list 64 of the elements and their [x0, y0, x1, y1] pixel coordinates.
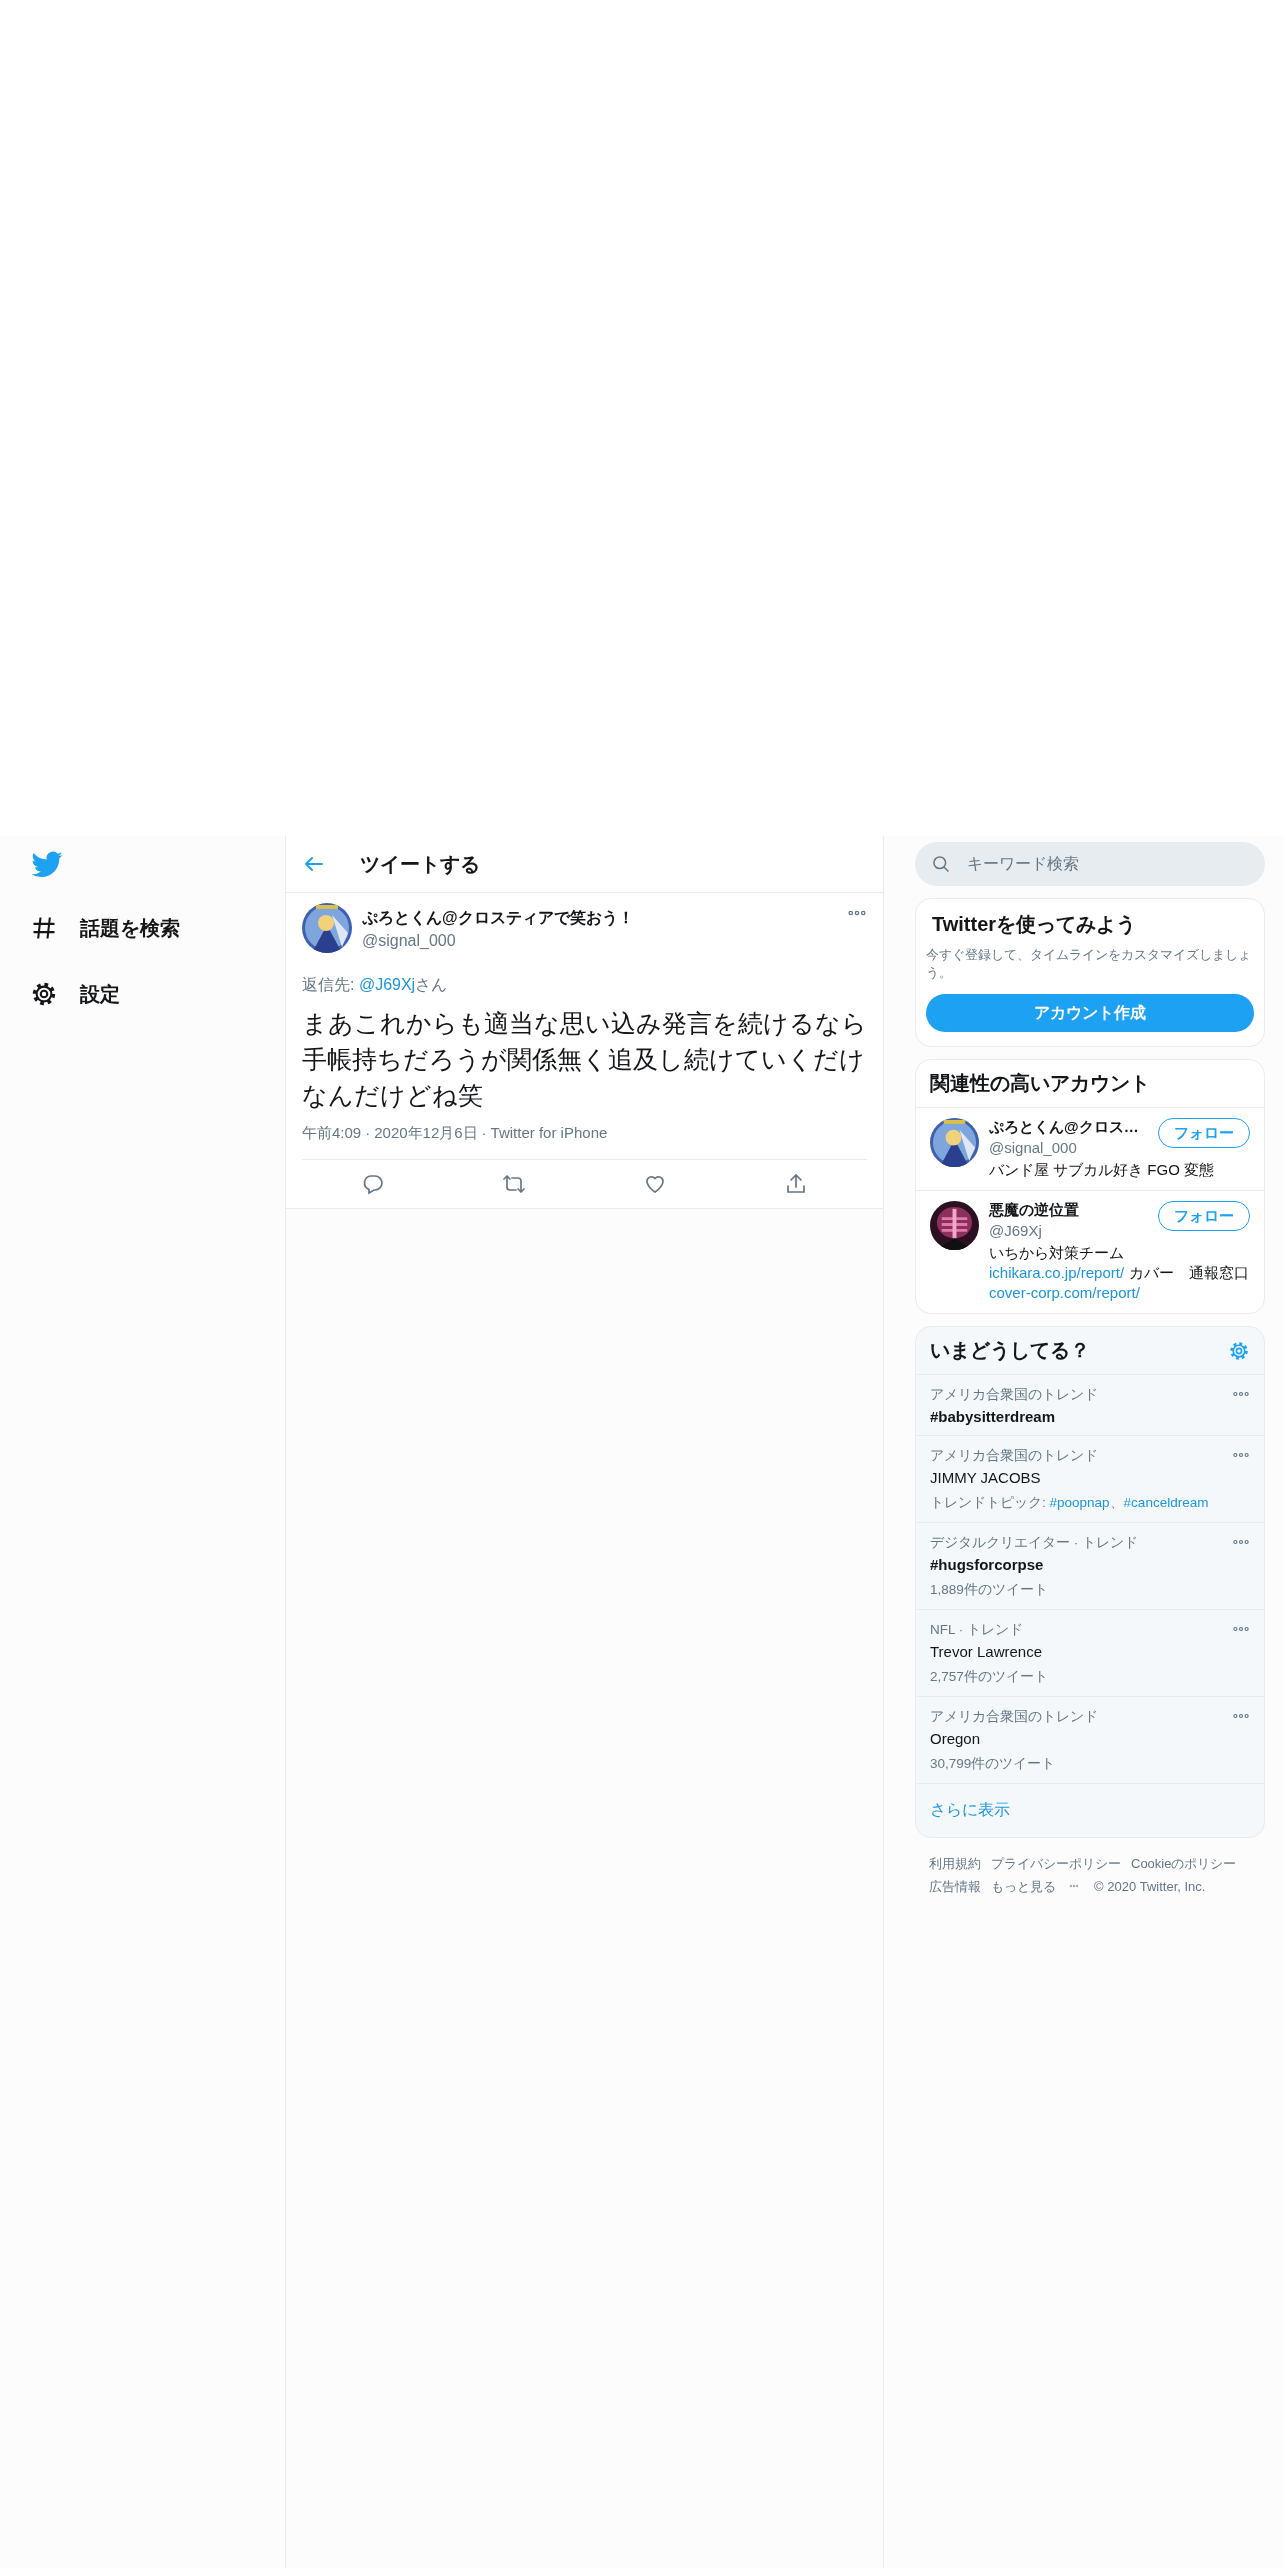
bio-text: バンド屋 サブカル好き FGO 変態 [989, 1161, 1214, 1178]
trend-context: NFL · トレンド [930, 1621, 1023, 1639]
trend-name: Trevor Lawrence [930, 1643, 1043, 1660]
footer-link[interactable]: 利用規約 [929, 1856, 981, 1871]
trend-context: アメリカ合衆国のトレンド [930, 1708, 1098, 1726]
account-handle[interactable]: @signal_000 [989, 1139, 1150, 1156]
trend-item[interactable]: NFL · トレンド Trevor Lawrence 2,757件のツイート [916, 1610, 1264, 1697]
show-more-link[interactable]: さらに表示 [916, 1784, 1264, 1837]
trend-context: デジタルクリエイター · トレンド [930, 1534, 1138, 1552]
bio-text: カバー 通報窓口 [1129, 1264, 1250, 1281]
tweet-count: 30,799件のツイート [930, 1755, 1057, 1773]
trend-context: アメリカ合衆国のトレンド [930, 1447, 1098, 1465]
follow-button[interactable]: フォロー [1158, 1118, 1250, 1148]
bio-text: いちから対策チーム [989, 1244, 1124, 1261]
tweet-text: まあこれからも適当な思い込み発言を続けるなら手帳持ちだろうが関係無く追及し続けていくだけなんだけどね笑 [302, 1009, 868, 1111]
card-title: Twitterを使ってみよう [932, 912, 1138, 937]
trend-item[interactable]: デジタルクリエイター · トレンド #hugsforcorpse 1,889件のツイート [916, 1523, 1264, 1610]
trend-item[interactable]: アメリカ合衆国のトレンド JIMMY JACOBS トレンドトピック: #poopnap、#canceldream [916, 1436, 1264, 1523]
search-icon [931, 854, 951, 874]
nav-link[interactable]: 設定 [80, 980, 120, 1008]
author-handle[interactable]: @signal_000 [362, 932, 837, 950]
mention-link[interactable]: @J69Xj [358, 976, 416, 993]
retweet-icon[interactable] [501, 1172, 526, 1196]
search-input[interactable]: キーワード検索 [965, 854, 1249, 874]
account-name[interactable]: ぷろとくん@クロス… [989, 1118, 1150, 1137]
tweet-source[interactable]: Twitter for iPhone [490, 1124, 608, 1143]
footer-link[interactable]: もっと見る [991, 1879, 1056, 1894]
page-title: ツイートする [360, 851, 480, 877]
separator: · [481, 1124, 487, 1143]
nav-link[interactable]: 話題を検索 [80, 914, 180, 942]
tweet-time: 午前4:09 [302, 1124, 362, 1143]
signup-text: 今すぐ登録して、タイムラインをカスタマイズしましょう。 [926, 946, 1252, 982]
footer-link[interactable]: プライバシーポリシー [991, 1856, 1121, 1871]
settings-icon [30, 980, 58, 1008]
trend-item[interactable]: アメリカ合衆国のトレンド Oregon 30,799件のツイート [916, 1697, 1264, 1784]
tweet-count: 1,889件のツイート [930, 1581, 1049, 1599]
trend-name: #babysitterdream [930, 1408, 1057, 1425]
account-handle[interactable]: @J69Xj [989, 1222, 1150, 1239]
trend-item[interactable]: アメリカ合衆国のトレンド #babysitterdream [916, 1375, 1264, 1436]
related-label: トレンドトピック: [930, 1495, 1046, 1510]
card-title: 関連性の高いアカウント [916, 1060, 1264, 1108]
separator: · [365, 1124, 371, 1143]
author-name[interactable]: ぷろとくん@クロスティアで笑おう！ [362, 908, 837, 929]
reply-context: 返信先: @J69Xjさん [302, 975, 449, 995]
trend-name: JIMMY JACOBS [930, 1469, 1042, 1486]
trend-name: Oregon [930, 1730, 982, 1747]
tweet-count: 2,757件のツイート [930, 1668, 1049, 1686]
search-field[interactable]: キーワード検索 [915, 842, 1265, 886]
footer-link[interactable]: Cookieのポリシー [1131, 1856, 1237, 1871]
tweet-date: 2020年12月6日 [374, 1124, 478, 1143]
trend-context: アメリカ合衆国のトレンド [930, 1386, 1098, 1404]
footer-link[interactable]: 広告情報 [929, 1879, 981, 1894]
bio-link[interactable]: cover-corp.com/report/ [989, 1284, 1140, 1301]
card-title: いまどうしてる？ [930, 1338, 1090, 1363]
trend-name: #hugsforcorpse [930, 1556, 1045, 1573]
hashtag-link[interactable]: #poopnap [1049, 1495, 1110, 1510]
copyright-text: © 2020 Twitter, Inc. [1094, 1879, 1206, 1894]
follow-button[interactable]: フォロー [1158, 1201, 1250, 1231]
separator: 、 [1109, 1495, 1124, 1510]
bio-link[interactable]: ichikara.co.jp/report/ [989, 1264, 1125, 1281]
hashtag-link[interactable]: #canceldream [1123, 1495, 1209, 1510]
account-name[interactable]: 悪魔の逆位置 [989, 1201, 1150, 1220]
signup-button[interactable]: アカウント作成 [926, 994, 1254, 1032]
settings-icon[interactable] [1228, 1339, 1250, 1362]
